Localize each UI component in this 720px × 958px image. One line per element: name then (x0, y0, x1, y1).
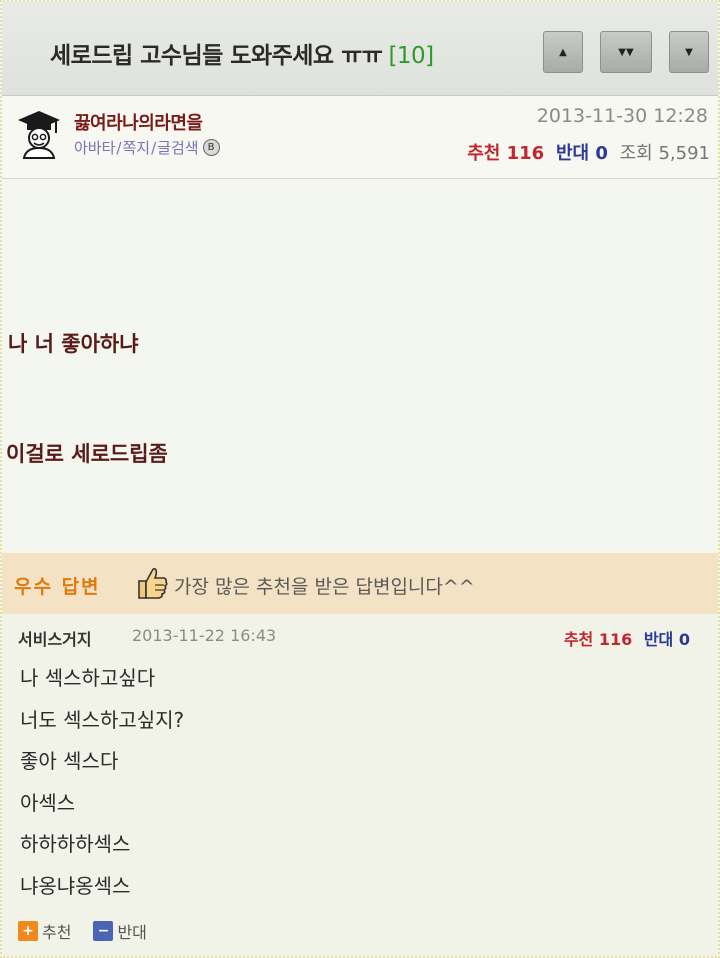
double-down-arrow-icon: ▼▼ (618, 46, 634, 58)
oppose-stat: 반대 0 (555, 143, 608, 164)
answer-recommend-stat: 추천 116 (563, 630, 633, 649)
link-separator: / (151, 138, 157, 157)
best-answer-banner: 우수 답변 가장 많은 추천을 받은 답변입니다^^ (2, 553, 718, 614)
answer-date: 2013-11-22 16:43 (132, 626, 277, 645)
body-text-line: 이걸로 세로드립좀 (6, 442, 168, 466)
answer-line: 좋아 섹스다 (20, 749, 119, 773)
answer-line: 나 섹스하고싶다 (20, 666, 156, 690)
post-stats: 추천 116 반대 0 조회 5,591 (467, 139, 710, 165)
avatar-link[interactable]: 아바타 (74, 137, 115, 158)
answer-author[interactable]: 서비스거지 (18, 626, 92, 650)
views-stat: 조회 5,591 (619, 143, 710, 164)
plus-icon: + (18, 921, 38, 941)
answer-line: 하하하하섹스 (20, 832, 131, 856)
best-answer-label: 우수 답변 (14, 576, 101, 598)
post-header: 끓여라나의라면을 아바타 / 쪽지 / 글검색 B 2013-11-30 12:28 추… (2, 97, 718, 179)
search-posts-link[interactable]: 글검색 (157, 137, 198, 158)
recommend-button-label: 추천 (42, 923, 72, 942)
up-arrow-icon: ▲ (559, 46, 567, 58)
next-post-button[interactable]: ▼ (669, 31, 709, 73)
comment-count[interactable]: [10] (388, 43, 434, 69)
down-arrow-icon: ▼ (685, 46, 693, 58)
answer-oppose-stat: 반대 0 (643, 630, 690, 649)
answer-vote-buttons: + 추천 − 반대 (18, 919, 169, 943)
post-title: 세로드립 고수님들 도와주세요 ㅠㅠ [10] (50, 36, 434, 70)
answer-text: 나 섹스하고싶다 너도 섹스하고싶지? 좋아 섹스다 아섹스 하하하하섹스 냐옹… (20, 664, 184, 913)
answer-line: 냐옹냐옹섹스 (20, 873, 131, 898)
minus-icon: − (93, 921, 114, 941)
oppose-button-label: 반대 (117, 923, 147, 942)
body-text-line: 나 너 좋아하냐 (8, 332, 139, 356)
message-link[interactable]: 쪽지 (122, 137, 150, 158)
best-answer-description: 가장 많은 추천을 받은 답변입니다^^ (174, 576, 475, 598)
level-badge-icon: B (202, 139, 220, 156)
thumbs-up-icon (138, 567, 168, 599)
author-links: 아바타 / 쪽지 / 글검색 B (74, 137, 220, 158)
answer-line: 아섹스 (20, 790, 76, 815)
title-bar: 세로드립 고수님들 도와주세요 ㅠㅠ [10] ▲ ▼▼ ▼ (2, 2, 718, 96)
best-answer: 서비스거지 2013-11-22 16:43 추천 116 반대 0 나 섹스하… (2, 614, 718, 956)
oppose-button[interactable]: − 반대 (93, 919, 147, 943)
author-name[interactable]: 끓여라나의라면을 (74, 109, 203, 135)
recommend-stat: 추천 116 (467, 143, 545, 164)
recommend-button[interactable]: + 추천 (18, 919, 71, 943)
prev-post-button[interactable]: ▲ (543, 31, 583, 73)
answer-line: 너도 섹스하고싶지? (20, 707, 185, 732)
link-separator: / (116, 138, 122, 157)
post-date: 2013-11-30 12:28 (536, 105, 708, 127)
jump-comments-button[interactable]: ▼▼ (600, 31, 652, 73)
graduate-avatar-icon[interactable] (16, 109, 62, 159)
post-body: 나 너 좋아하냐 이걸로 세로드립좀 (2, 180, 718, 552)
answer-stats: 추천 116 반대 0 (564, 626, 690, 650)
post-title-text: 세로드립 고수님들 도와주세요 ㅠㅠ (50, 43, 383, 69)
